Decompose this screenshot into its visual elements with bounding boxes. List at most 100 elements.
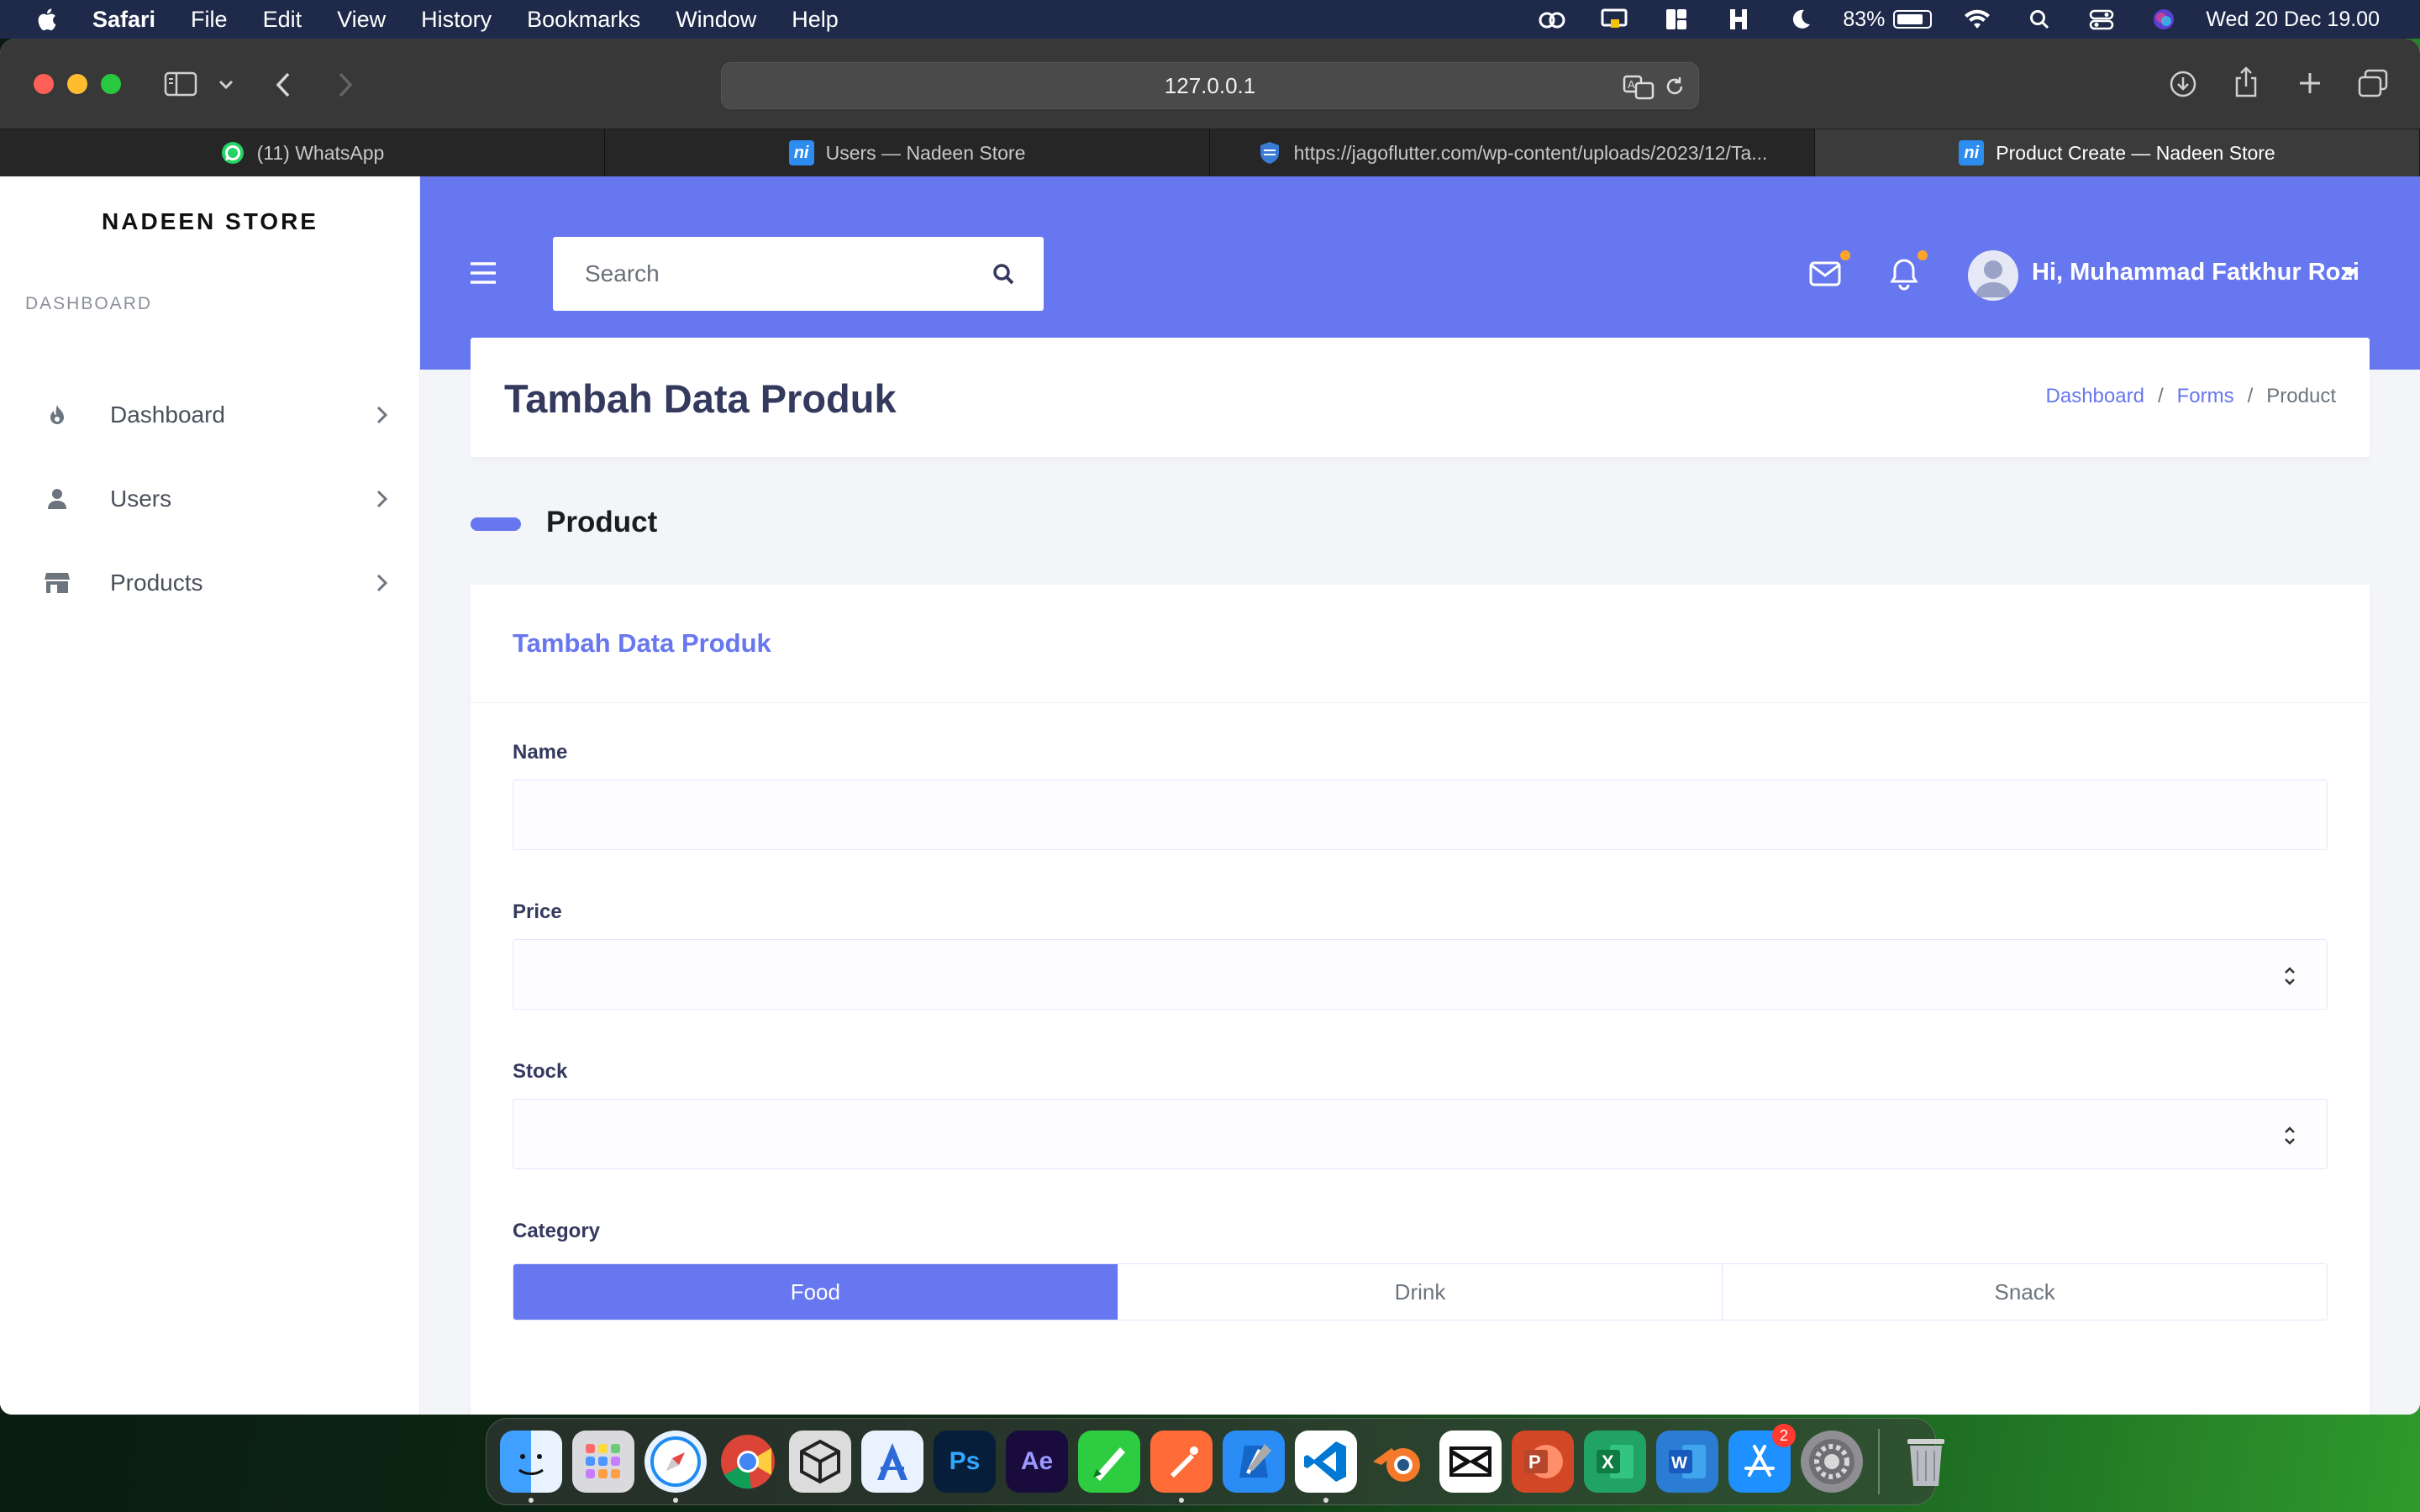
menu-app-name[interactable]: Safari	[92, 7, 155, 33]
menu-file[interactable]: File	[191, 7, 228, 33]
menu-bookmarks[interactable]: Bookmarks	[527, 7, 640, 33]
share-icon[interactable]	[2232, 66, 2260, 99]
blender-icon[interactable]	[1367, 1431, 1429, 1493]
control-center-icon[interactable]	[2085, 7, 2118, 32]
tab-users-nadeen-store[interactable]: ni Users — Nadeen Store	[605, 129, 1210, 176]
wifi-icon[interactable]	[1960, 7, 1994, 32]
menu-window[interactable]: Window	[676, 7, 756, 33]
name-label: Name	[513, 741, 568, 764]
tab-whatsapp[interactable]: (11) WhatsApp	[0, 129, 605, 176]
price-spinner-icon[interactable]	[2283, 963, 2296, 989]
creative-cloud-icon[interactable]	[1535, 7, 1569, 32]
new-tab-icon[interactable]	[2296, 69, 2324, 97]
siri-icon[interactable]	[2147, 7, 2181, 32]
powerpoint-icon[interactable]: P	[1512, 1431, 1574, 1493]
unity-icon[interactable]	[789, 1431, 851, 1493]
word-icon[interactable]: W	[1656, 1431, 1718, 1493]
excel-icon[interactable]: X	[1584, 1431, 1646, 1493]
moon-icon[interactable]	[1784, 7, 1818, 32]
sidebar-toggle-icon[interactable]	[163, 71, 198, 97]
capcut-icon[interactable]	[1439, 1431, 1502, 1493]
menu-view[interactable]: View	[337, 7, 386, 33]
photoshop-icon[interactable]: Ps	[934, 1431, 996, 1493]
url-text[interactable]: 127.0.0.1	[1165, 73, 1255, 99]
bell-notification-dot	[1918, 250, 1928, 260]
fullscreen-window-button[interactable]	[101, 74, 121, 94]
apple-icon[interactable]	[30, 7, 62, 32]
stock-spinner-icon[interactable]	[2283, 1123, 2296, 1148]
svg-text:P: P	[1528, 1452, 1541, 1473]
search-input[interactable]	[585, 260, 955, 287]
macos-dock: Ps Ae P X W 2	[486, 1418, 1944, 1505]
sidebar-item-dashboard[interactable]: Dashboard	[0, 381, 420, 449]
card-title: Tambah Data Produk	[513, 628, 771, 658]
bell-icon[interactable]	[1886, 255, 1923, 292]
sidebar-item-label: Users	[110, 486, 172, 512]
brand-logo-text[interactable]: NADEEN STORE	[0, 208, 420, 235]
user-greeting[interactable]: Hi, Muhammad Fatkhur Rozi	[2032, 259, 2360, 286]
fire-icon	[44, 402, 71, 428]
trash-icon[interactable]	[1895, 1431, 1957, 1493]
cast-icon[interactable]	[1597, 7, 1631, 32]
chrome-icon[interactable]	[717, 1431, 779, 1493]
stock-input[interactable]	[513, 1100, 2327, 1168]
breadcrumb-current: Product	[2266, 385, 2336, 407]
app-store-icon[interactable]: 2	[1728, 1424, 1796, 1493]
category-food-button[interactable]: Food	[513, 1264, 1118, 1320]
hamburger-menu-icon[interactable]	[469, 260, 497, 290]
stock-field-wrapper	[513, 1099, 2328, 1169]
price-field-wrapper	[513, 939, 2328, 1010]
tab-jagoflutter[interactable]: https://jagoflutter.com/wp-content/uploa…	[1210, 129, 1815, 176]
svg-text:A: A	[1628, 78, 1635, 91]
forward-button-icon[interactable]	[333, 71, 358, 99]
tab-label: Users — Nadeen Store	[825, 141, 1026, 164]
price-input[interactable]	[513, 940, 2327, 1009]
translate-icon[interactable]: A	[1623, 73, 1655, 100]
sidebar-item-products[interactable]: Products	[0, 549, 420, 617]
name-input[interactable]	[513, 780, 2327, 849]
safari-icon[interactable]	[644, 1431, 707, 1503]
browser-toolbar: 127.0.0.1 A	[0, 39, 2420, 129]
svg-text:W: W	[1671, 1454, 1687, 1473]
vectornator-icon[interactable]	[1078, 1431, 1140, 1493]
launchpad-icon[interactable]	[572, 1431, 634, 1493]
chevron-down-icon[interactable]	[217, 76, 235, 94]
reload-icon[interactable]	[1663, 75, 1686, 98]
category-selector: Food Drink Snack	[513, 1263, 2328, 1320]
menu-edit[interactable]: Edit	[263, 7, 302, 33]
category-snack-button[interactable]: Snack	[1723, 1264, 2327, 1320]
address-bar[interactable]: 127.0.0.1 A	[721, 62, 1699, 109]
system-settings-icon[interactable]	[1801, 1431, 1863, 1493]
close-window-button[interactable]	[34, 74, 54, 94]
tab-overview-icon[interactable]	[2356, 67, 2390, 99]
downloads-icon[interactable]	[2168, 69, 2198, 99]
finder-icon[interactable]	[500, 1431, 562, 1503]
minimize-window-button[interactable]	[67, 74, 87, 94]
app-store-badge: 2	[1772, 1424, 1796, 1447]
menu-history[interactable]: History	[421, 7, 492, 33]
tab-product-create[interactable]: ni Product Create — Nadeen Store	[1815, 129, 2420, 176]
clock-datetime[interactable]: Wed 20 Dec 19.00	[2206, 8, 2380, 32]
avatar[interactable]	[1968, 250, 2018, 301]
envelope-icon[interactable]	[1807, 255, 1844, 292]
after-effects-icon[interactable]: Ae	[1006, 1431, 1068, 1493]
chevron-right-icon	[376, 574, 388, 592]
spotlight-search-icon[interactable]	[2023, 7, 2056, 32]
layout-icon[interactable]	[1660, 7, 1693, 32]
breadcrumb-dashboard[interactable]: Dashboard	[2046, 385, 2144, 408]
postman-icon[interactable]	[1150, 1431, 1213, 1503]
category-drink-button[interactable]: Drink	[1118, 1264, 1723, 1320]
sidebar-item-users[interactable]: Users	[0, 465, 420, 533]
h-app-icon[interactable]	[1722, 7, 1755, 32]
vscode-icon[interactable]	[1295, 1431, 1357, 1503]
breadcrumb-forms[interactable]: Forms	[2177, 385, 2234, 408]
menu-help[interactable]: Help	[792, 7, 839, 33]
xcode-icon[interactable]	[1223, 1431, 1285, 1493]
battery-icon[interactable]	[1893, 10, 1933, 29]
user-dropdown-caret-icon[interactable]	[2343, 269, 2358, 277]
instruments-icon[interactable]	[861, 1431, 923, 1493]
back-button-icon[interactable]	[271, 71, 296, 99]
store-icon	[44, 570, 71, 596]
card-divider	[471, 702, 2370, 703]
search-icon[interactable]	[992, 262, 1015, 286]
